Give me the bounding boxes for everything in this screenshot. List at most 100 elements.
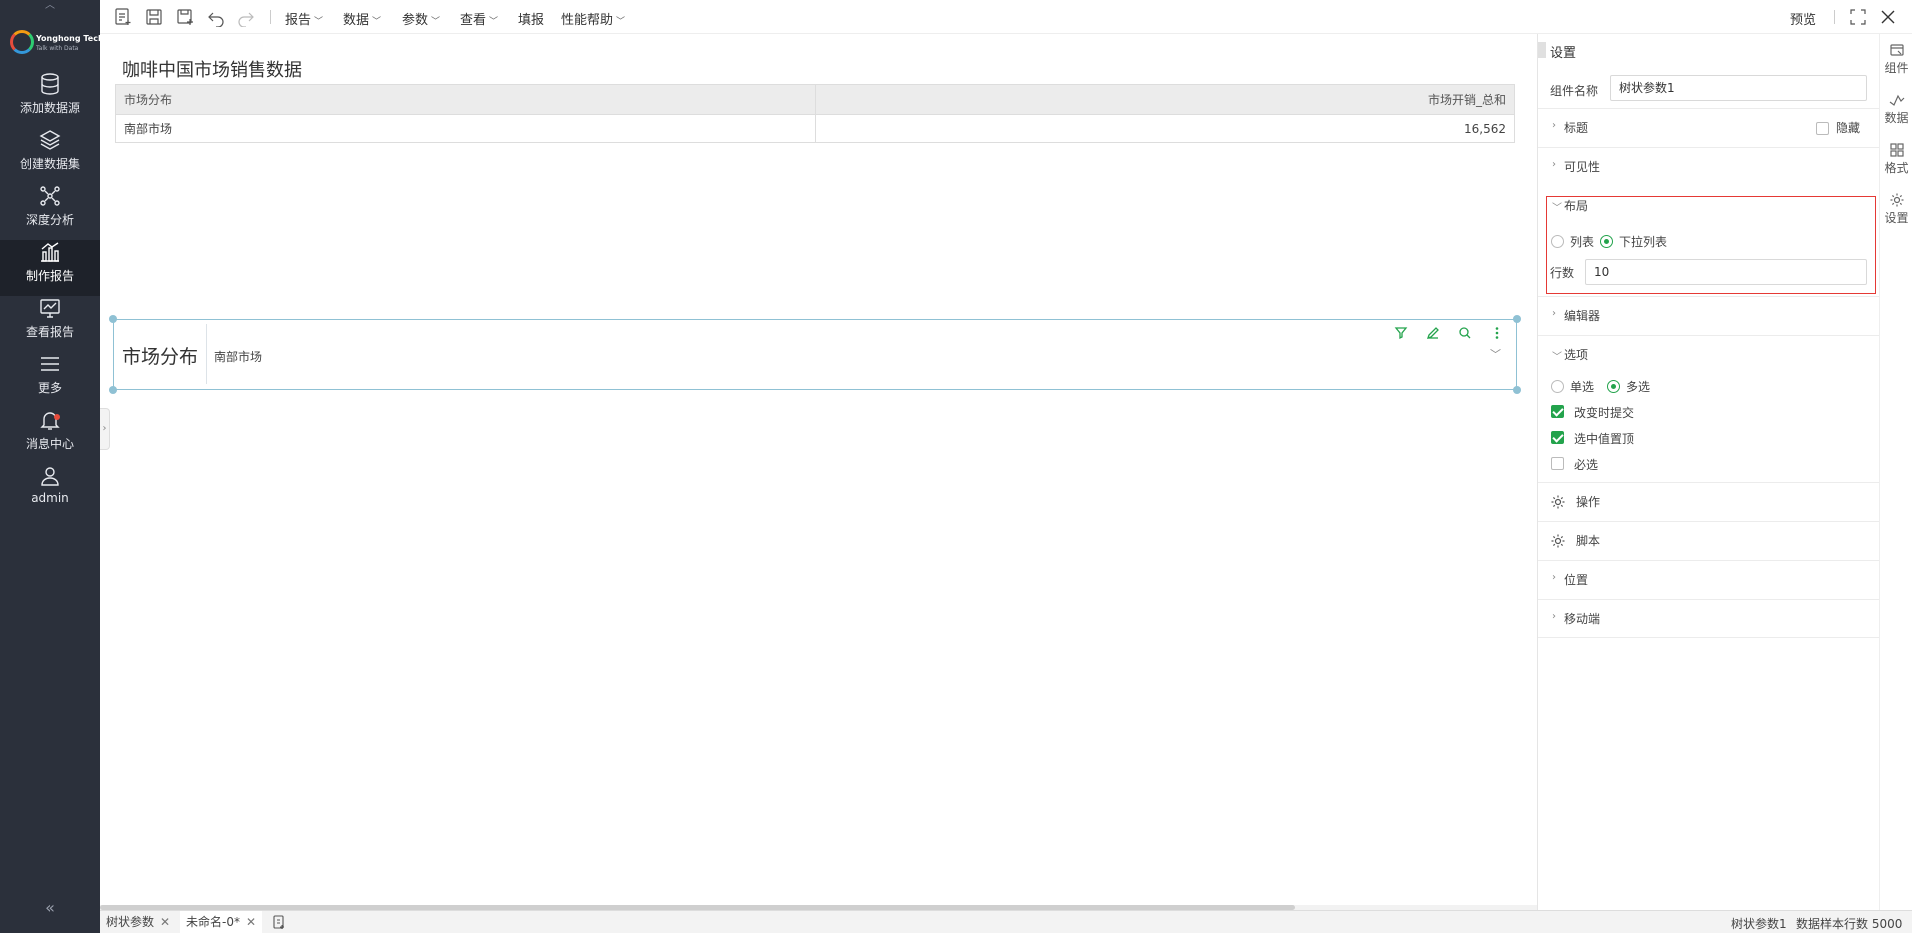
section-editor[interactable]: › 编辑器 <box>1538 296 1880 335</box>
rows-input[interactable]: 10 <box>1585 259 1867 285</box>
resize-handle[interactable] <box>1513 315 1521 323</box>
user-icon <box>41 467 59 486</box>
table-header-row: 市场分布 市场开销_总和 <box>115 84 1515 115</box>
doc-tab[interactable]: 树状参数 ✕ <box>100 911 176 933</box>
save-icon[interactable] <box>144 7 164 27</box>
sidebar-item-label: 添加数据源 <box>19 101 80 115</box>
doc-tab-active[interactable]: 未命名-0* ✕ <box>180 911 263 933</box>
pin-selected-checkbox[interactable] <box>1551 431 1564 444</box>
vertical-tab-bar: 组件 数据 格式 设置 <box>1879 34 1912 910</box>
sidebar-item-more[interactable]: 更多 <box>0 352 100 408</box>
menu-fill[interactable]: 填报 <box>518 9 544 28</box>
chevron-right-icon: › <box>1552 120 1556 131</box>
sidebar-item-make-report[interactable]: 制作报告 <box>0 240 100 296</box>
layout-dropdown-radio[interactable] <box>1600 235 1613 248</box>
notification-badge <box>54 414 60 420</box>
submit-on-change-label: 改变时提交 <box>1574 406 1635 420</box>
report-canvas[interactable]: 咖啡中国市场销售数据 市场分布 市场开销_总和 南部市场 16,562 市场分布… <box>100 34 1537 910</box>
logo-ring-icon <box>10 30 34 54</box>
filter-icon[interactable] <box>1390 324 1412 342</box>
section-position[interactable]: › 位置 <box>1538 560 1880 599</box>
menu-view[interactable]: 查看 ﹀ <box>460 9 498 28</box>
multi-select-label: 多选 <box>1626 380 1651 394</box>
resize-handle[interactable] <box>109 386 117 394</box>
gear-icon <box>1890 193 1903 207</box>
single-select-label: 单选 <box>1570 380 1595 394</box>
bell-icon <box>40 412 60 430</box>
table-header-cell[interactable]: 市场开销_总和 <box>815 84 1515 115</box>
undo-icon[interactable] <box>206 7 226 27</box>
menu-perf-help[interactable]: 性能帮助 ﹀ <box>561 9 625 28</box>
menu-label: 查看 <box>460 13 487 28</box>
section-label: 移动端 <box>1564 612 1601 626</box>
close-tab-icon[interactable]: ✕ <box>246 915 256 929</box>
new-tab-icon[interactable] <box>272 915 286 929</box>
chevron-right-icon: › <box>1552 159 1556 170</box>
multi-select-radio[interactable] <box>1607 380 1620 393</box>
table-cell[interactable]: 南部市场 <box>115 114 816 143</box>
component-name-input[interactable]: 树状参数1 <box>1610 75 1867 101</box>
tab-format[interactable]: 格式 <box>1880 138 1912 184</box>
layout-list-radio[interactable] <box>1551 235 1564 248</box>
section-options[interactable]: ﹀ 选项 <box>1538 335 1880 374</box>
preview-button[interactable]: 预览 <box>1790 9 1816 28</box>
report-title[interactable]: 咖啡中国市场销售数据 <box>122 56 302 82</box>
section-operation[interactable]: 操作 <box>1538 482 1880 521</box>
close-tab-icon[interactable]: ✕ <box>160 915 170 929</box>
tree-param-dropdown[interactable]: 南部市场 ﹀ <box>206 324 1511 384</box>
panel-collapse-handle[interactable] <box>1538 42 1546 58</box>
layout-list-label: 列表 <box>1570 235 1595 249</box>
tab-settings[interactable]: 设置 <box>1880 188 1912 234</box>
panel-title: 设置 <box>1550 46 1577 61</box>
fullscreen-icon[interactable] <box>1848 7 1868 27</box>
resize-handle[interactable] <box>109 315 117 323</box>
expand-left-panel-icon[interactable]: › <box>100 408 110 450</box>
chevron-down-icon: ﹀ <box>372 17 382 27</box>
menu-label: 参数 <box>402 13 429 28</box>
sidebar-item-user[interactable]: admin <box>0 464 100 520</box>
logo-tagline: Talk with Data <box>36 45 79 52</box>
menu-params[interactable]: 参数 ﹀ <box>402 9 440 28</box>
section-script[interactable]: 脚本 <box>1538 521 1880 560</box>
section-label: 位置 <box>1564 573 1589 587</box>
sidebar-item-view-report[interactable]: 查看报告 <box>0 296 100 352</box>
menu-report[interactable]: 报告 ﹀ <box>285 9 323 28</box>
tree-parameter-component[interactable]: 市场分布 南部市场 ﹀ <box>109 315 1521 394</box>
section-mobile[interactable]: › 移动端 <box>1538 599 1880 638</box>
menu-data[interactable]: 数据 ﹀ <box>343 9 381 28</box>
save-as-icon[interactable] <box>175 7 195 27</box>
edit-icon[interactable] <box>1422 324 1444 342</box>
submit-on-change-checkbox[interactable] <box>1551 405 1564 418</box>
redo-icon[interactable] <box>236 7 256 27</box>
more-vertical-icon[interactable] <box>1486 324 1508 342</box>
tab-data[interactable]: 数据 <box>1880 88 1912 134</box>
table-row: 南部市场 16,562 <box>115 114 1515 143</box>
sidebar-item-deep-analysis[interactable]: 深度分析 <box>0 184 100 240</box>
collapse-sidebar-icon[interactable]: « <box>0 898 100 917</box>
hide-title-checkbox[interactable] <box>1816 122 1829 135</box>
caret-up-icon[interactable]: ︿ <box>0 0 100 12</box>
chevron-down-icon: ﹀ <box>616 17 626 27</box>
status-component-name: 树状参数1 <box>1731 917 1787 931</box>
toolbar-divider <box>1834 10 1835 24</box>
single-select-radio[interactable] <box>1551 380 1564 393</box>
required-checkbox[interactable] <box>1551 457 1564 470</box>
sidebar-item-add-datasource[interactable]: 添加数据源 <box>0 72 100 128</box>
section-visibility[interactable]: › 可见性 <box>1538 147 1880 186</box>
data-table[interactable]: 市场分布 市场开销_总和 南部市场 16,562 <box>115 84 1515 143</box>
search-icon[interactable] <box>1454 324 1476 342</box>
menu-label: 性能帮助 <box>561 13 614 28</box>
gear-icon <box>1551 534 1565 548</box>
section-layout[interactable]: ﹀ 布局 <box>1538 186 1880 225</box>
sidebar-item-messages[interactable]: 消息中心 <box>0 408 100 464</box>
close-icon[interactable] <box>1878 7 1898 27</box>
section-title[interactable]: › 标题 隐藏 <box>1538 108 1880 147</box>
resize-handle[interactable] <box>1513 386 1521 394</box>
tab-component[interactable]: 组件 <box>1880 38 1912 84</box>
new-report-icon[interactable] <box>113 7 133 27</box>
section-label: 操作 <box>1576 495 1601 509</box>
table-cell[interactable]: 16,562 <box>815 114 1515 143</box>
table-header-cell[interactable]: 市场分布 <box>115 84 816 115</box>
tab-label: 组件 <box>1884 61 1909 75</box>
sidebar-item-create-dataset[interactable]: 创建数据集 <box>0 128 100 184</box>
